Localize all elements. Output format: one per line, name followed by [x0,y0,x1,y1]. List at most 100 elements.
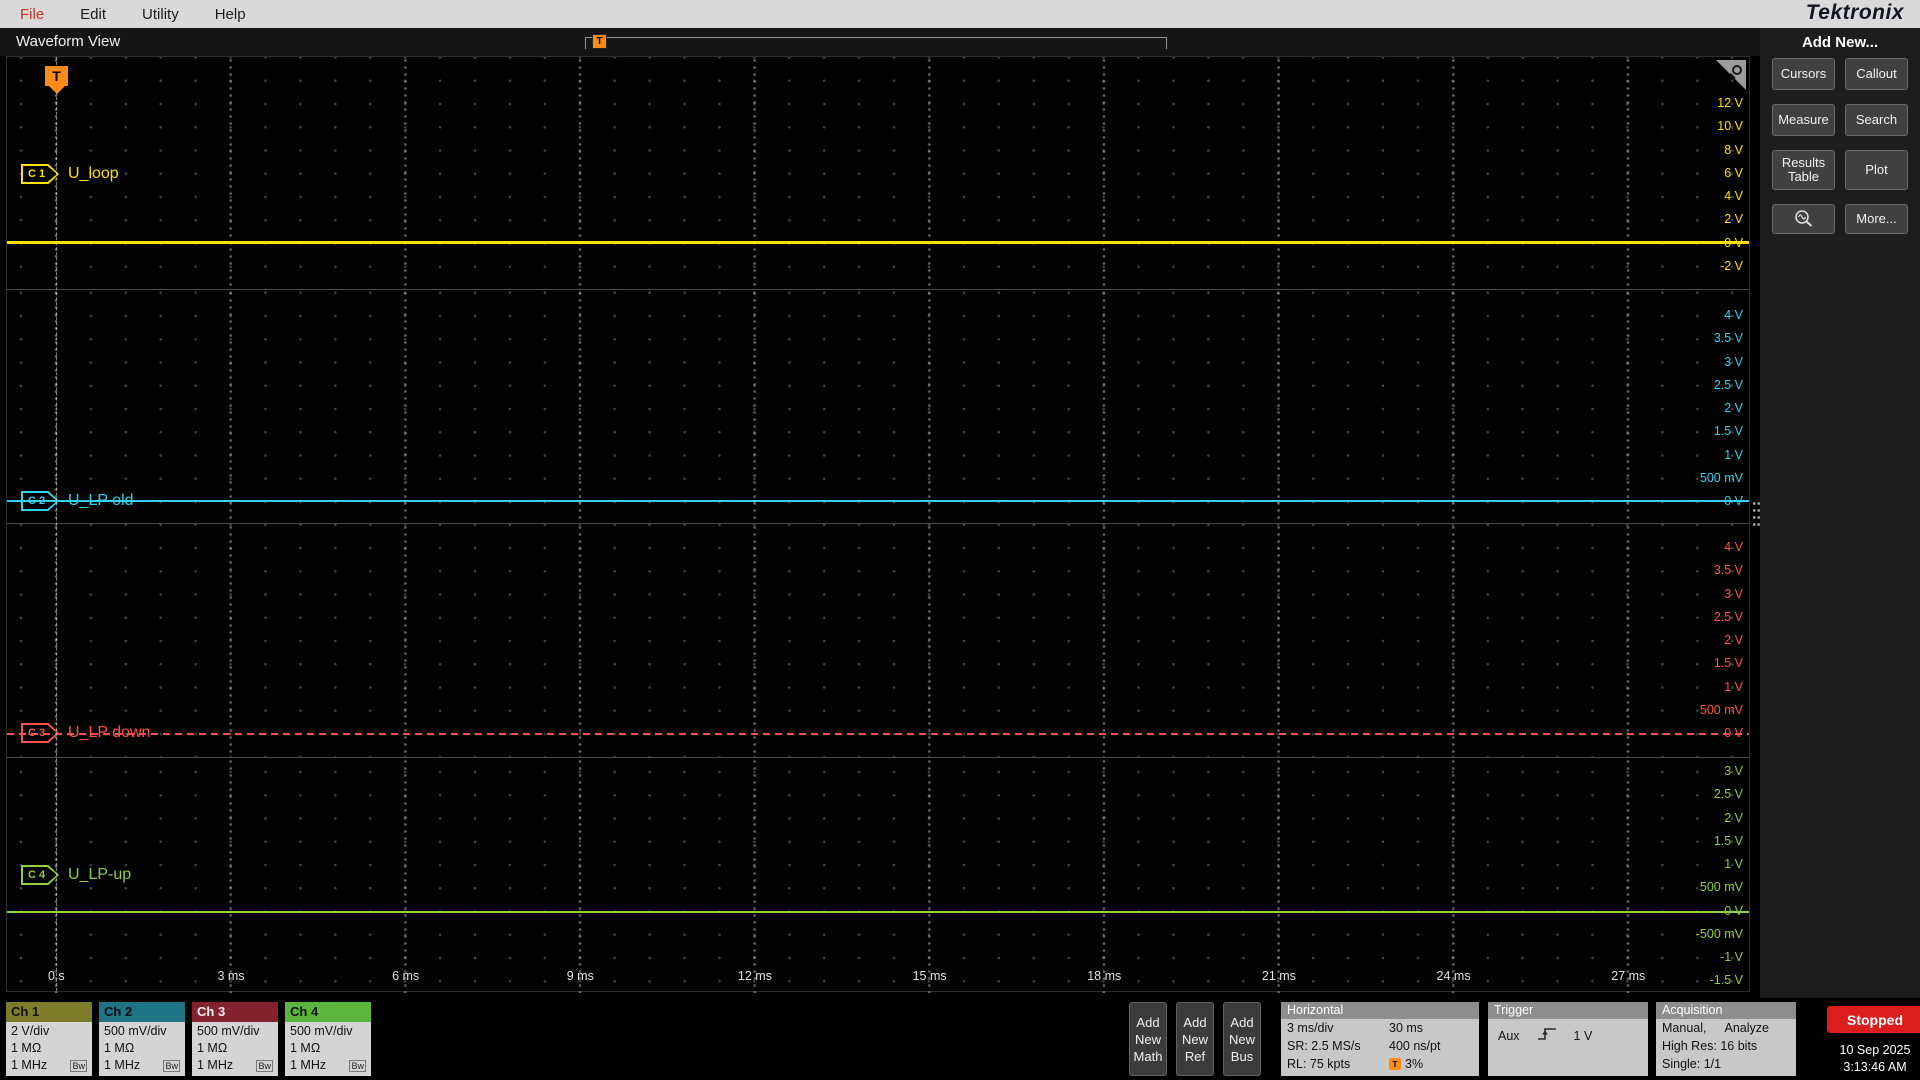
cursors-button[interactable]: Cursors [1772,58,1835,90]
channel-badge-body: 500 mV/div 1 MΩ 1 MHz Bw [99,1022,185,1075]
scale-label: 1 V [1724,679,1743,694]
add-new-buttons: Add New Math Add New Ref Add New Bus [1129,1002,1261,1076]
impedance-value: 1 MΩ [104,1041,135,1055]
trigger-panel[interactable]: Trigger Aux 1 V [1488,1002,1648,1076]
scale-label: 500 mV [1699,470,1743,485]
scale-label: 500 mV [1699,702,1743,717]
channel-badge-header[interactable]: Ch 3 [192,1002,278,1022]
scale-label: 4 V [1724,540,1743,554]
scale-label: 2.5 V [1713,377,1743,392]
measure-button[interactable]: Measure [1772,104,1835,136]
channel1-tag-group[interactable]: C 1 U_loop [21,164,119,184]
scale-label: 1.5 V [1713,833,1743,848]
impedance-value: 1 MΩ [11,1041,42,1055]
trigger-marker[interactable]: T [45,66,68,86]
menu-item[interactable]: Edit [80,6,106,23]
run-stop-button[interactable]: Stopped [1827,1006,1920,1033]
channel4-waveform-trace[interactable] [7,911,1749,913]
vertical-scale-value: 500 mV/div [104,1024,167,1038]
channel-badge-body: 2 V/div 1 MΩ 1 MHz Bw [6,1022,92,1075]
view-title: Waveform View [16,33,121,50]
menu-bar: File Edit Utility Help Tektronix [0,0,1920,28]
channel4-tag[interactable]: C 4 [21,865,59,885]
sample-rate: SR: 2.5 MS/s [1287,1039,1361,1053]
vertical-scale-value: 500 mV/div [197,1024,260,1038]
bandwidth-limit-icon: Bw [70,1059,87,1072]
time-value: 3:13:46 AM [1843,1060,1907,1074]
bandwidth-limit-icon: Bw [256,1059,273,1072]
menu-item[interactable]: Utility [142,6,179,23]
add-new-button[interactable]: Add New Ref [1176,1002,1214,1076]
bandwidth-value: 1 MHz [104,1058,141,1072]
search-button[interactable]: Search [1845,104,1908,136]
bandwidth-limit-icon: Bw [349,1059,366,1072]
time-label: 18 ms [1087,969,1122,983]
menu-item[interactable]: File [20,6,44,23]
plot-button[interactable]: Plot [1845,150,1908,190]
tektronix-logo: Tektronix [1805,1,1904,24]
acquisition-panel-title: Acquisition [1656,1002,1796,1019]
scale-label: 1.5 V [1713,656,1743,671]
time-label: 24 ms [1436,969,1471,983]
bandwidth-limit-icon: Bw [163,1059,180,1072]
time-label: 15 ms [912,969,947,983]
add-new-button[interactable]: Add New Math [1129,1002,1167,1076]
magnifier-icon [1732,65,1742,75]
channel-badge[interactable]: Ch 1 2 V/div 1 MΩ 1 MHz Bw [6,1002,92,1076]
trigger-position-line[interactable] [56,57,57,991]
add-new-button[interactable]: Add New Bus [1223,1002,1261,1076]
scale-label: 0 V [1724,726,1743,740]
scale-label: 3.5 V [1713,331,1743,346]
time-axis: 0 s 3 ms 6 ms 9 ms 12 ms 15 ms 18 ms 21 ms 24 ms… [0,969,1716,983]
vertical-scale-value: 2 V/div [11,1024,50,1038]
more-button[interactable]: More... [1845,204,1908,234]
scale-label: 2 V [1724,401,1743,415]
channel1-tag[interactable]: C 1 [21,164,59,184]
channel4-tag-group[interactable]: C 4 U_LP-up [21,865,131,885]
zoom-overview-button[interactable] [1772,204,1835,234]
channel-badge[interactable]: Ch 4 500 mV/div 1 MΩ 1 MHz Bw [285,1002,371,1076]
channel-badge-header[interactable]: Ch 1 [6,1002,92,1022]
scale-label: 2 V [1724,633,1743,647]
scale-label: 3.5 V [1713,563,1743,578]
results-table-button[interactable]: Results Table [1772,150,1835,190]
channel1-waveform-trace[interactable] [7,241,1749,244]
acquisition-panel[interactable]: Acquisition Manual, Analyze High Res: 16… [1656,1002,1796,1076]
vertical-scale-value: 500 mV/div [290,1024,353,1038]
waveform-view-titlebar: Waveform View T [0,28,1760,56]
channel2-waveform-trace[interactable] [7,500,1749,502]
scale-label: 2.5 V [1713,609,1743,624]
trigger-position-percent: 3% [1405,1057,1424,1071]
time-label: 27 ms [1611,969,1646,983]
channel1-slice: C 1 U_loop 12 V 10 V 8 V 6 V 4 V 2 V 0 V -2 V [7,57,1749,290]
impedance-value: 1 MΩ [290,1041,321,1055]
scale-label: 2.5 V [1713,787,1743,802]
acquisition-analyze: Analyze [1724,1021,1769,1035]
trigger-position-handle[interactable]: T [592,34,607,49]
horizontal-scale: 3 ms/div [1287,1021,1334,1035]
trigger-source: Aux [1498,1028,1520,1043]
menu-item[interactable]: Help [215,6,246,23]
scale-label: 0 V [1724,235,1743,250]
trigger-panel-title: Trigger [1488,1002,1648,1019]
acquisition-detail: High Res: 16 bits [1662,1039,1758,1053]
date-value: 10 Sep 2025 [1839,1043,1911,1057]
channel3-waveform-trace[interactable] [7,733,1749,735]
horizontal-panel[interactable]: Horizontal 3 ms/div 30 ms SR: 2.5 MS/s 4… [1281,1002,1479,1076]
bandwidth-value: 1 MHz [197,1058,234,1072]
impedance-value: 1 MΩ [197,1041,228,1055]
channel-badge[interactable]: Ch 3 500 mV/div 1 MΩ 1 MHz Bw [192,1002,278,1076]
callout-button[interactable]: Callout [1845,58,1908,90]
scale-label: 4 V [1724,189,1743,203]
horizontal-position-indicator[interactable]: T [585,34,1167,49]
channel-badge-header[interactable]: Ch 2 [99,1002,185,1022]
scale-label: 8 V [1724,142,1743,157]
bandwidth-value: 1 MHz [290,1058,327,1072]
oscilloscope-screen: File Edit Utility Help Tektronix Waveform V… [0,0,1920,1080]
channel-badge-header[interactable]: Ch 4 [285,1002,371,1022]
waveform-display[interactable]: C 1 U_loop 12 V 10 V 8 V 6 V 4 V 2 V 0 V -2 V C… [6,56,1750,993]
horizontal-panel-title: Horizontal [1281,1002,1479,1019]
scale-label: 1.5 V [1713,424,1743,439]
channel-badge[interactable]: Ch 2 500 mV/div 1 MΩ 1 MHz Bw [99,1002,185,1076]
channel-badge-body: 500 mV/div 1 MΩ 1 MHz Bw [285,1022,371,1075]
